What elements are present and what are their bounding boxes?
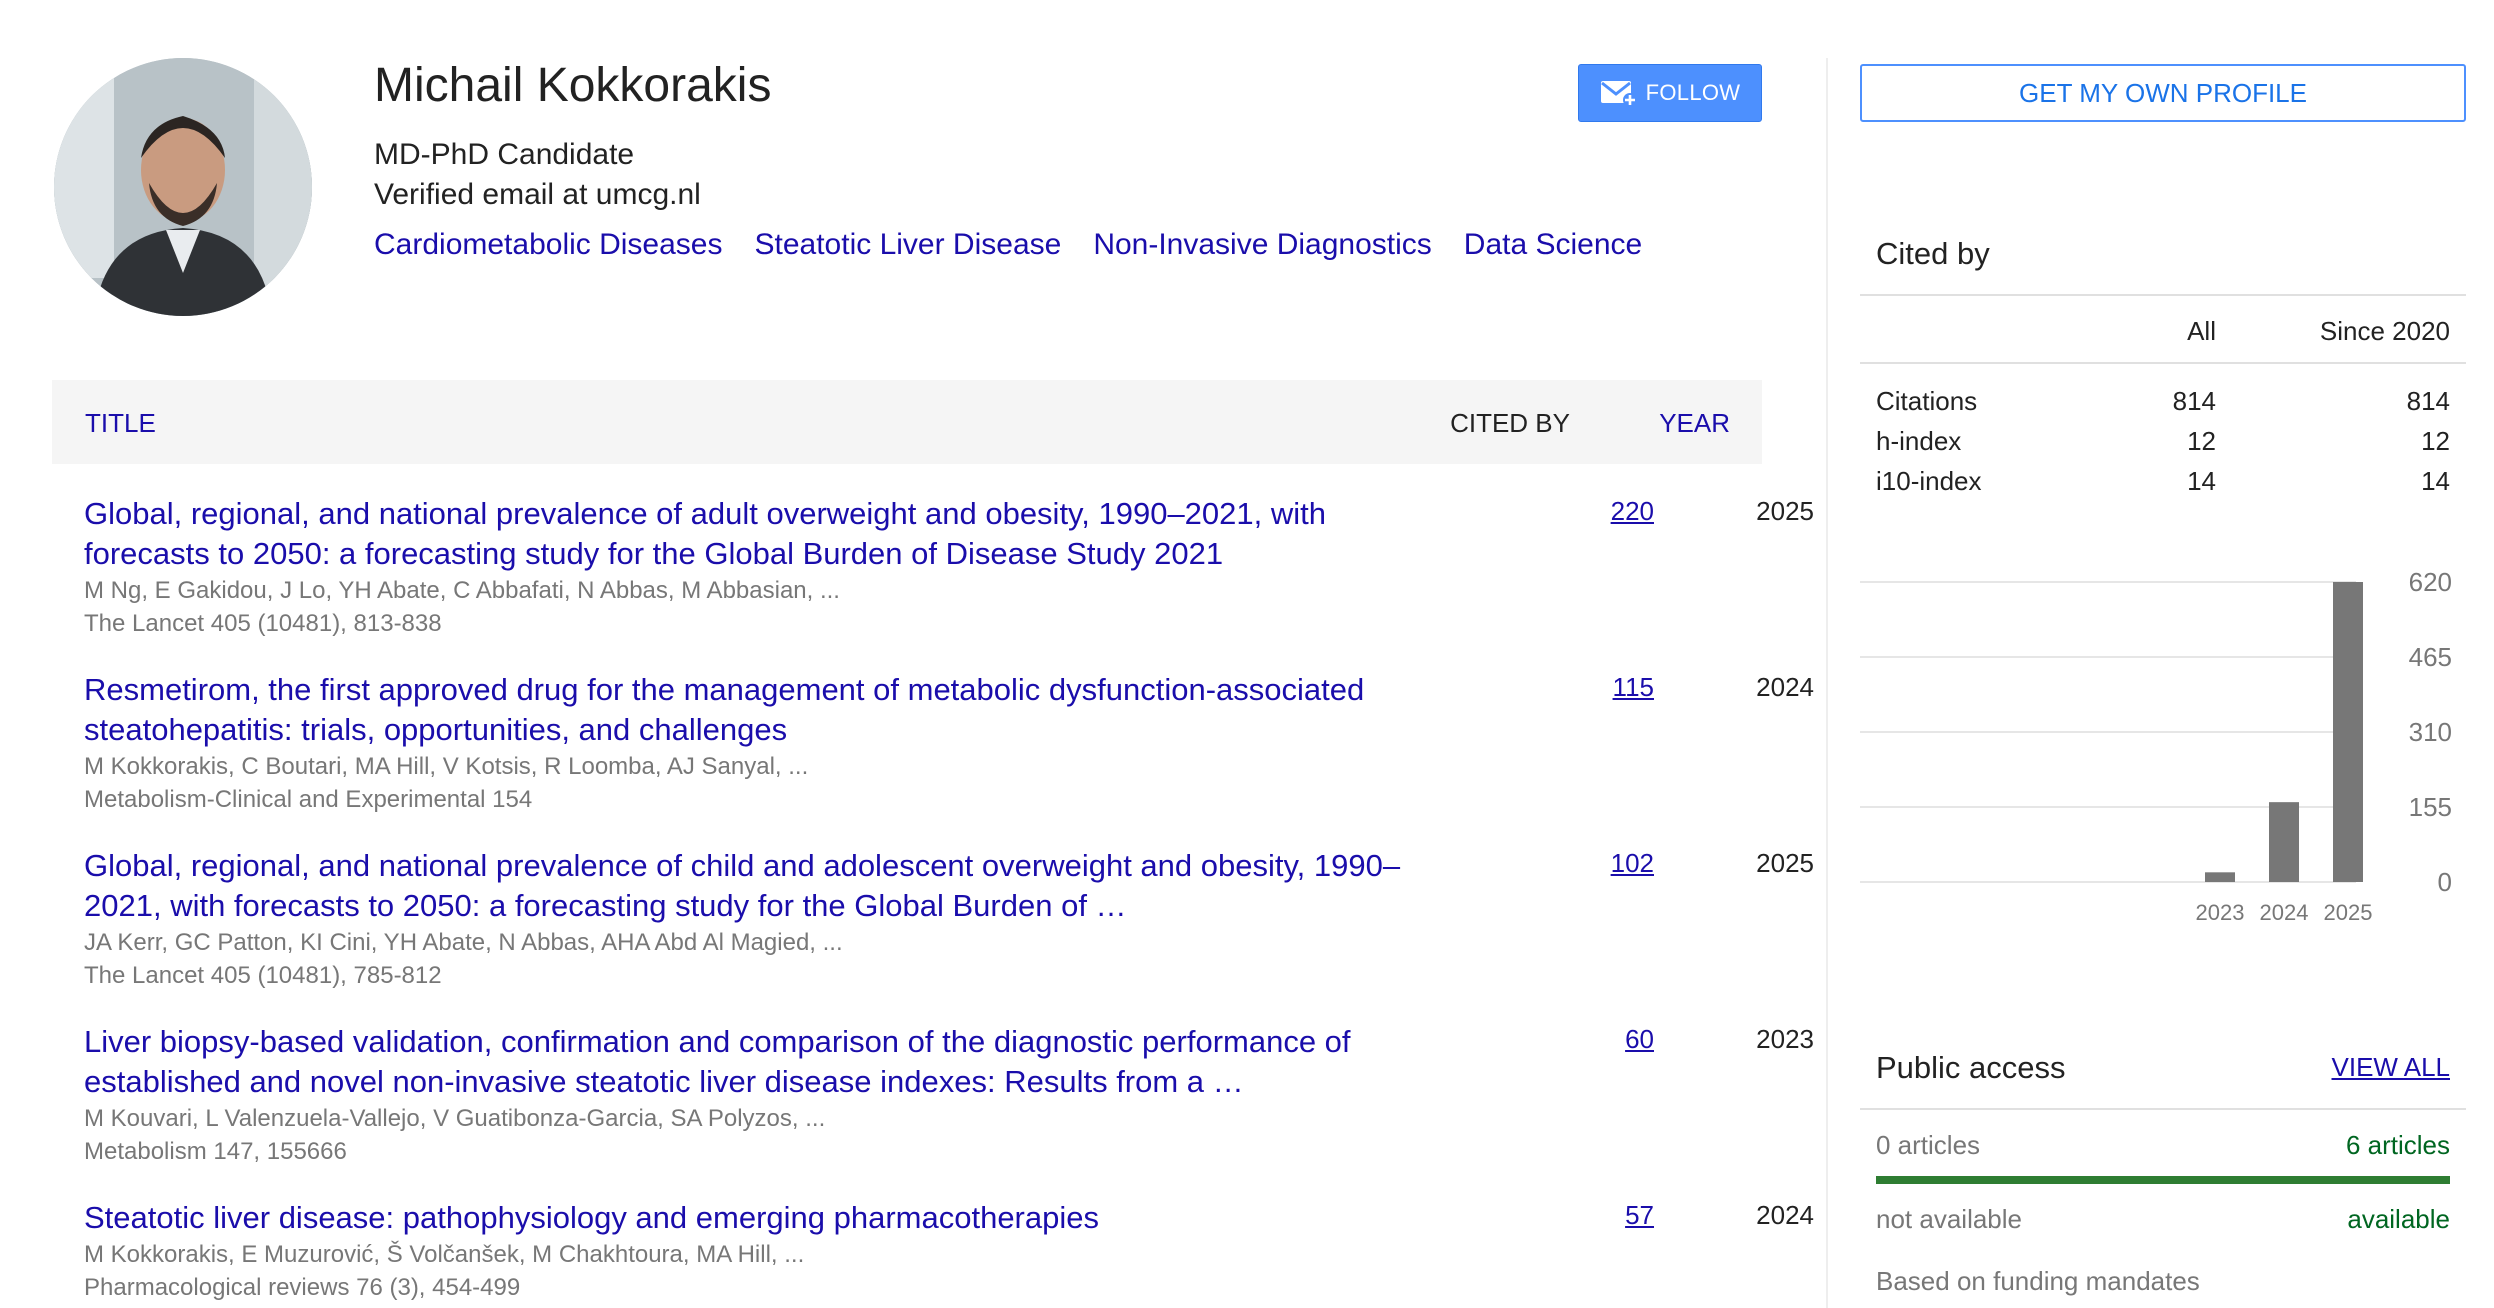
metric-all: 814 — [2172, 386, 2216, 416]
article-title[interactable]: Steatotic liver disease: pathophysiology… — [84, 1198, 1424, 1238]
citations-chart: 620 465 310 155 0 2023 2024 2025 — [1860, 567, 2466, 940]
available-label: available — [2347, 1204, 2450, 1234]
article-authors: M Ng, E Gakidou, J Lo, YH Abate, C Abbaf… — [84, 577, 840, 604]
chart-bar-2023[interactable] — [2205, 872, 2235, 882]
metric-label[interactable]: Citations — [1876, 386, 1977, 416]
metric-row-i10-index: i10-index 14 14 — [1876, 466, 2450, 497]
metric-label[interactable]: i10-index — [1876, 466, 1982, 496]
chart-y-tick-label: 0 — [2438, 867, 2452, 897]
article-row: Global, regional, and national prevalenc… — [84, 846, 1814, 992]
interest-link[interactable]: Non-Invasive Diagnostics — [1093, 228, 1431, 262]
metric-all: 14 — [2187, 466, 2216, 496]
cited-by-title: Cited by — [1876, 236, 1990, 271]
articles-table-header: TITLE CITED BY YEAR — [52, 380, 1762, 464]
avatar-photo — [54, 58, 312, 316]
funding-mandates-note: Based on funding mandates — [1876, 1266, 2200, 1296]
get-my-own-profile-button[interactable]: GET MY OWN PROFILE — [1860, 64, 2466, 122]
not-available-label: not available — [1876, 1204, 2022, 1234]
view-all-link[interactable]: VIEW ALL — [2332, 1052, 2451, 1083]
chart-y-tick-label: 465 — [2409, 642, 2452, 672]
mail-plus-icon — [1600, 81, 1637, 107]
article-cited-count[interactable]: 57 — [1524, 1200, 1654, 1231]
public-access-bar — [1876, 1176, 2450, 1184]
article-year: 2025 — [1756, 848, 1814, 878]
article-cited-count[interactable]: 60 — [1524, 1024, 1654, 1055]
article-year: 2024 — [1756, 672, 1814, 702]
article-venue: Metabolism-Clinical and Experimental 154 — [84, 786, 533, 813]
divider — [1860, 362, 2466, 364]
chart-y-tick-label: 310 — [2409, 717, 2452, 747]
article-cited-count[interactable]: 102 — [1524, 848, 1654, 879]
cited-by-header[interactable]: CITED BY — [1450, 408, 1570, 439]
article-authors: JA Kerr, GC Patton, KI Cini, YH Abate, N… — [84, 929, 843, 956]
follow-button[interactable]: FOLLOW — [1578, 64, 1762, 122]
col-since: Since 2020 — [2319, 316, 2450, 346]
article-venue: Pharmacological reviews 76 (3), 454-499 — [84, 1274, 521, 1301]
chart-x-tick-label: 2025 — [2324, 900, 2373, 925]
col-all: All — [2187, 316, 2216, 346]
follow-label: FOLLOW — [1645, 80, 1741, 105]
chart-y-tick-label: 620 — [2409, 570, 2452, 597]
article-row: Steatotic liver disease: pathophysiology… — [84, 1198, 1814, 1304]
public-access-title: Public access — [1876, 1050, 2066, 1085]
metric-row-h-index: h-index 12 12 — [1876, 426, 2450, 457]
article-cited-count[interactable]: 115 — [1524, 672, 1654, 703]
chart-y-tick-label: 155 — [2409, 792, 2452, 822]
profile-affiliation: MD-PhD Candidate — [374, 138, 635, 171]
divider — [1860, 294, 2466, 296]
research-interests: Cardiometabolic Diseases Steatotic Liver… — [374, 228, 1642, 262]
metric-since: 814 — [2406, 386, 2450, 416]
sort-by-title[interactable]: TITLE — [85, 408, 156, 439]
chart-x-tick-label: 2024 — [2260, 900, 2309, 925]
article-authors: M Kouvari, L Valenzuela-Vallejo, V Guati… — [84, 1105, 826, 1132]
available-count[interactable]: 6 articles — [2346, 1130, 2450, 1161]
article-year: 2023 — [1756, 1024, 1814, 1054]
article-authors: M Kokkorakis, E Muzurović, Š Volčanšek, … — [84, 1241, 805, 1268]
article-row: Liver biopsy-based validation, confirmat… — [84, 1022, 1814, 1168]
article-row: Resmetirom, the first approved drug for … — [84, 670, 1814, 816]
article-year: 2025 — [1756, 496, 1814, 526]
article-authors: M Kokkorakis, C Boutari, MA Hill, V Kots… — [84, 753, 809, 780]
article-venue: Metabolism 147, 155666 — [84, 1138, 347, 1165]
chart-bar-2025[interactable] — [2333, 582, 2363, 882]
metric-label[interactable]: h-index — [1876, 426, 1961, 456]
article-venue: The Lancet 405 (10481), 785-812 — [84, 962, 442, 989]
column-divider — [1826, 58, 1828, 1308]
sort-by-year[interactable]: YEAR — [1659, 408, 1730, 439]
citations-chart-svg: 620 465 310 155 0 2023 2024 2025 — [1860, 567, 2452, 925]
article-title[interactable]: Resmetirom, the first approved drug for … — [84, 670, 1424, 750]
interest-link[interactable]: Data Science — [1464, 228, 1642, 262]
metric-all: 12 — [2187, 426, 2216, 456]
profile-name: Michail Kokkorakis — [374, 59, 772, 112]
article-cited-count[interactable]: 220 — [1524, 496, 1654, 527]
interest-link[interactable]: Cardiometabolic Diseases — [374, 228, 723, 262]
profile-avatar — [54, 58, 312, 316]
not-available-count[interactable]: 0 articles — [1876, 1130, 1980, 1161]
divider — [1860, 1108, 2466, 1110]
interest-link[interactable]: Steatotic Liver Disease — [755, 228, 1062, 262]
metric-since: 14 — [2421, 466, 2450, 496]
article-venue: The Lancet 405 (10481), 813-838 — [84, 610, 442, 637]
article-title[interactable]: Liver biopsy-based validation, confirmat… — [84, 1022, 1424, 1102]
article-title[interactable]: Global, regional, and national prevalenc… — [84, 846, 1424, 926]
metric-row-citations: Citations 814 814 — [1876, 386, 2450, 417]
chart-x-tick-label: 2023 — [2196, 900, 2245, 925]
profile-email: Verified email at umcg.nl — [374, 178, 701, 211]
metric-since: 12 — [2421, 426, 2450, 456]
article-title[interactable]: Global, regional, and national prevalenc… — [84, 494, 1424, 574]
chart-bar-2024[interactable] — [2269, 802, 2299, 882]
article-row: Global, regional, and national prevalenc… — [84, 494, 1814, 640]
article-year: 2024 — [1756, 1200, 1814, 1230]
